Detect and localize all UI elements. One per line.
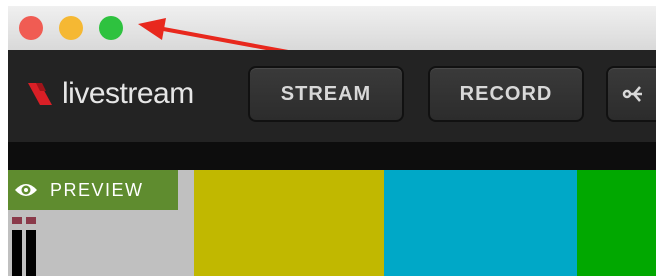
audio-meter-peak-left bbox=[12, 217, 22, 224]
app-window: livestream STREAM RECORD PREVIEW bbox=[8, 6, 656, 276]
minimize-window-button[interactable] bbox=[59, 16, 83, 40]
audio-meter-left bbox=[12, 230, 22, 276]
audio-meter-peak-right bbox=[26, 217, 36, 224]
eye-icon bbox=[15, 184, 37, 196]
toolbar-divider-strip bbox=[8, 142, 656, 170]
audio-meter-right bbox=[26, 230, 36, 276]
close-window-button[interactable] bbox=[19, 16, 43, 40]
share-icon bbox=[622, 86, 642, 102]
maximize-window-button[interactable] bbox=[99, 16, 123, 40]
stream-button[interactable]: STREAM bbox=[248, 66, 404, 122]
livestream-logo-mark-icon bbox=[28, 83, 52, 105]
preview-label-text: PREVIEW bbox=[50, 179, 144, 200]
share-button[interactable] bbox=[606, 66, 656, 122]
color-bar-green bbox=[577, 170, 656, 276]
title-bar bbox=[8, 6, 656, 54]
color-bar-yellow bbox=[194, 170, 384, 276]
livestream-logo: livestream bbox=[26, 74, 194, 114]
preview-label-badge: PREVIEW bbox=[8, 170, 178, 210]
preview-panel[interactable]: PREVIEW bbox=[8, 170, 656, 276]
record-button[interactable]: RECORD bbox=[428, 66, 584, 122]
logo-text: livestream bbox=[62, 77, 194, 110]
main-toolbar: livestream STREAM RECORD bbox=[8, 50, 656, 142]
color-bar-cyan bbox=[384, 170, 577, 276]
